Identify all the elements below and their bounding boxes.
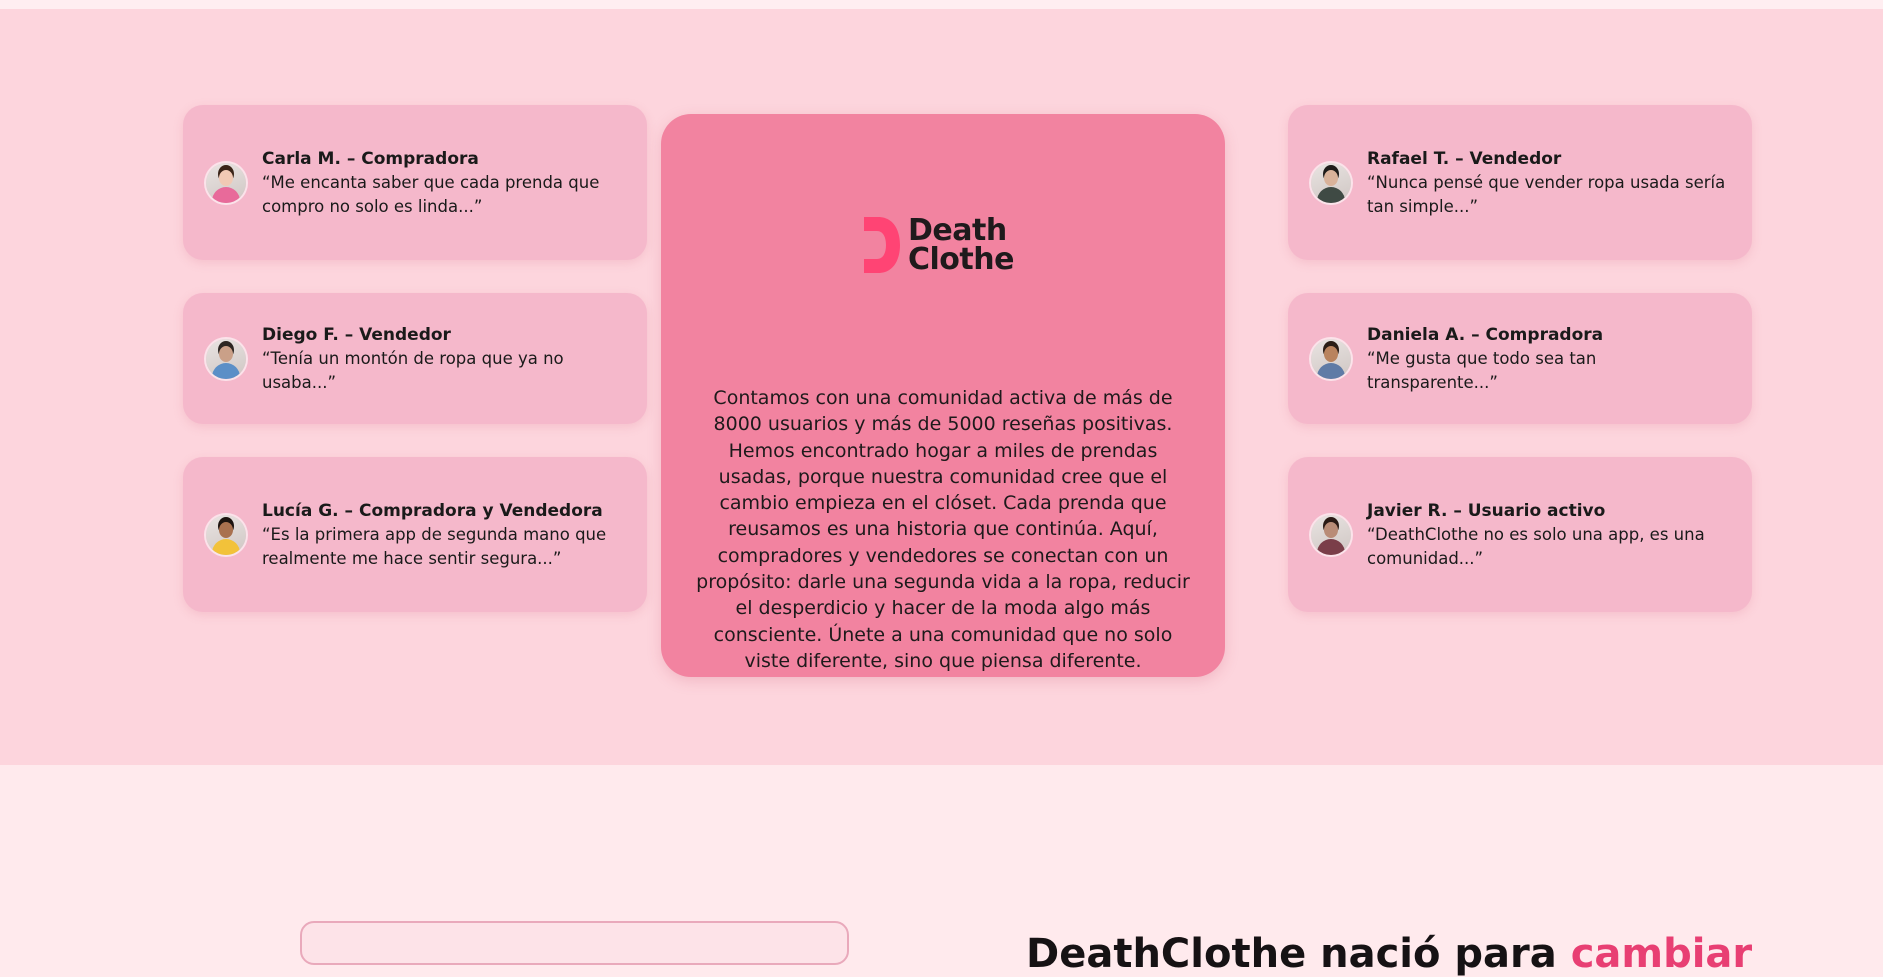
about-image-frame [300, 921, 849, 965]
testimonial-card: Daniela A. – Compradora “Me gusta que to… [1288, 293, 1752, 424]
testimonial-quote: “Me encanta saber que cada prenda que co… [262, 172, 600, 216]
testimonial-quote: “Es la primera app de segunda mano que r… [262, 524, 607, 568]
testimonial-card: Carla M. – Compradora “Me encanta saber … [183, 105, 647, 260]
avatar [206, 162, 246, 203]
community-stats-card: Death Clothe Contamos con una comunidad … [661, 114, 1225, 677]
testimonial-name: Lucía G. – Compradora y Vendedora [262, 500, 603, 521]
testimonial-card: Javier R. – Usuario activo “DeathClothe … [1288, 457, 1752, 612]
testimonial-name: Javier R. – Usuario activo [1367, 500, 1606, 521]
avatar [206, 514, 246, 555]
testimonial-quote: “DeathClothe no es solo una app, es una … [1367, 524, 1705, 568]
community-section: Carla M. – Compradora “Me encanta saber … [0, 9, 1883, 765]
testimonial-quote: “Nunca pensé que vender ropa usada sería… [1367, 172, 1726, 216]
about-heading-accent: cambiar [1570, 931, 1753, 977]
logo-word-2: Clothe [908, 242, 1014, 277]
top-strip [0, 0, 1883, 9]
testimonial-card: Rafael T. – Vendedor “Nunca pensé que ve… [1288, 105, 1752, 260]
testimonial-quote: “Me gusta que todo sea tan transparente.… [1367, 348, 1597, 392]
deathclothe-logo: Death Clothe [862, 215, 1014, 275]
community-description: Contamos con una comunidad activa de más… [696, 387, 1190, 672]
avatar [1311, 338, 1351, 379]
avatar [1311, 162, 1351, 203]
testimonial-name: Diego F. – Vendedor [262, 324, 451, 345]
testimonial-quote: “Tenía un montón de ropa que ya no usaba… [262, 348, 564, 392]
logo-word-1: Death [908, 213, 1007, 248]
testimonial-name: Rafael T. – Vendedor [1367, 148, 1562, 169]
about-heading: DeathClothe nació para cambiar [1026, 931, 1752, 977]
testimonial-name: Daniela A. – Compradora [1367, 324, 1604, 345]
avatar [206, 338, 246, 379]
testimonial-card: Diego F. – Vendedor “Tenía un montón de … [183, 293, 647, 424]
testimonial-card: Lucía G. – Compradora y Vendedora “Es la… [183, 457, 647, 612]
avatar [1311, 514, 1351, 555]
about-heading-main: DeathClothe nació para [1026, 931, 1571, 977]
logo-d-icon [864, 217, 900, 273]
testimonial-name: Carla M. – Compradora [262, 148, 479, 169]
